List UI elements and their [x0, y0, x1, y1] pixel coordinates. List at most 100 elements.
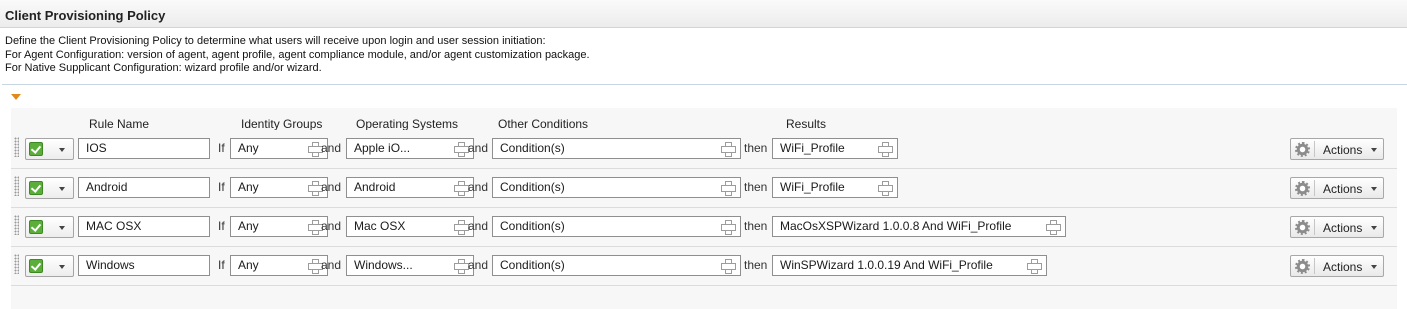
chevron-down-icon: [1371, 226, 1377, 230]
enabled-check-icon: [29, 220, 43, 234]
rule-status-dropdown[interactable]: [25, 177, 74, 199]
description-line: For Native Supplicant Configuration: wiz…: [5, 62, 322, 75]
actions-label: Actions: [1323, 143, 1363, 157]
drag-handle-icon[interactable]: [14, 254, 19, 274]
column-header-operating-systems: Operating Systems: [356, 117, 459, 131]
and-label: and: [468, 258, 489, 272]
other-conditions-value: Condition(s): [500, 141, 565, 155]
enabled-check-icon: [29, 142, 43, 156]
rule-status-dropdown[interactable]: [25, 255, 74, 277]
identity-group-value: Any: [238, 258, 259, 272]
rule-name-input[interactable]: Windows: [78, 255, 210, 276]
drag-handle-icon[interactable]: [14, 215, 19, 235]
add-icon[interactable]: [878, 181, 893, 196]
add-icon[interactable]: [454, 220, 469, 235]
identity-group-selector[interactable]: Any: [230, 138, 328, 159]
identity-group-value: Any: [238, 219, 259, 233]
column-header-other-conditions: Other Conditions: [498, 117, 589, 131]
identity-group-value: Any: [238, 180, 259, 194]
enabled-check-icon: [29, 259, 43, 273]
description-line: Define the Client Provisioning Policy to…: [5, 35, 546, 47]
and-label: and: [468, 180, 489, 194]
identity-group-selector[interactable]: Any: [230, 255, 328, 276]
column-header-rule-name: Rule Name: [89, 117, 150, 131]
then-label: then: [744, 219, 768, 233]
results-value: MacOsXSPWizard 1.0.0.8 And WiFi_Profile: [780, 219, 1012, 233]
drag-handle-icon[interactable]: [14, 137, 19, 157]
enabled-check-icon: [29, 181, 43, 195]
add-icon[interactable]: [454, 181, 469, 196]
other-conditions-selector[interactable]: Condition(s): [492, 216, 741, 237]
identity-group-selector[interactable]: Any: [230, 177, 328, 198]
actions-button[interactable]: Actions: [1290, 138, 1384, 160]
chevron-down-icon: [1371, 265, 1377, 269]
gear-icon: [1294, 219, 1311, 236]
gear-icon: [1294, 141, 1311, 158]
drag-handle-icon[interactable]: [14, 176, 19, 196]
add-icon[interactable]: [721, 259, 736, 274]
results-selector[interactable]: MacOsXSPWizard 1.0.0.8 And WiFi_Profile: [772, 216, 1066, 237]
add-icon[interactable]: [721, 181, 736, 196]
add-icon[interactable]: [721, 142, 736, 157]
other-conditions-selector[interactable]: Condition(s): [492, 255, 741, 276]
rule-status-dropdown[interactable]: [25, 138, 74, 160]
collapse-arrow-icon[interactable]: [11, 94, 21, 100]
other-conditions-value: Condition(s): [500, 180, 565, 194]
results-value: WiFi_Profile: [780, 180, 845, 194]
and-label: and: [468, 141, 489, 155]
then-label: then: [744, 141, 768, 155]
actions-button[interactable]: Actions: [1290, 177, 1384, 199]
add-icon[interactable]: [308, 142, 323, 157]
add-icon[interactable]: [721, 220, 736, 235]
operating-system-selector[interactable]: Apple iO...: [346, 138, 474, 159]
add-icon[interactable]: [454, 142, 469, 157]
rule-status-dropdown[interactable]: [25, 216, 74, 238]
if-label: If: [218, 258, 225, 272]
divider: [1314, 219, 1315, 235]
and-label: and: [321, 141, 342, 155]
policy-rule-row: MAC OSX If Any and Mac OSX and Condition…: [11, 208, 1397, 247]
results-selector[interactable]: WiFi_Profile: [772, 177, 898, 198]
actions-label: Actions: [1323, 260, 1363, 274]
chevron-down-icon: [1371, 148, 1377, 152]
actions-button[interactable]: Actions: [1290, 216, 1384, 238]
then-label: then: [744, 258, 768, 272]
page-title: Client Provisioning Policy: [5, 8, 166, 23]
results-selector[interactable]: WinSPWizard 1.0.0.19 And WiFi_Profile: [772, 255, 1047, 276]
and-label: and: [321, 258, 342, 272]
operating-system-selector[interactable]: Mac OSX: [346, 216, 474, 237]
identity-group-value: Any: [238, 141, 259, 155]
operating-system-selector[interactable]: Windows...: [346, 255, 474, 276]
operating-system-value: Android: [354, 180, 396, 194]
add-icon[interactable]: [1027, 259, 1042, 274]
divider: [2, 84, 1407, 85]
add-icon[interactable]: [454, 259, 469, 274]
if-label: If: [218, 219, 225, 233]
operating-system-value: Windows...: [354, 258, 413, 272]
operating-system-selector[interactable]: Android: [346, 177, 474, 198]
other-conditions-selector[interactable]: Condition(s): [492, 138, 741, 159]
add-icon[interactable]: [308, 220, 323, 235]
add-icon[interactable]: [878, 142, 893, 157]
other-conditions-selector[interactable]: Condition(s): [492, 177, 741, 198]
rule-name-input[interactable]: IOS: [78, 138, 210, 159]
results-selector[interactable]: WiFi_Profile: [772, 138, 898, 159]
and-label: and: [468, 219, 489, 233]
results-value: WinSPWizard 1.0.0.19 And WiFi_Profile: [780, 258, 993, 272]
actions-button[interactable]: Actions: [1290, 255, 1384, 277]
then-label: then: [744, 180, 768, 194]
gear-icon: [1294, 180, 1311, 197]
add-icon[interactable]: [1046, 220, 1061, 235]
identity-group-selector[interactable]: Any: [230, 216, 328, 237]
add-icon[interactable]: [308, 181, 323, 196]
rule-name-input[interactable]: Android: [78, 177, 210, 198]
other-conditions-value: Condition(s): [500, 219, 565, 233]
rule-name-input[interactable]: MAC OSX: [78, 216, 210, 237]
policy-rule-row: IOS If Any and Apple iO... and Condition…: [11, 130, 1397, 169]
add-icon[interactable]: [308, 259, 323, 274]
chevron-down-icon: [59, 148, 65, 152]
column-header-identity-groups: Identity Groups: [241, 117, 323, 131]
page-header: Client Provisioning Policy: [0, 0, 1407, 28]
operating-system-value: Apple iO...: [354, 141, 411, 155]
operating-system-value: Mac OSX: [354, 219, 406, 233]
